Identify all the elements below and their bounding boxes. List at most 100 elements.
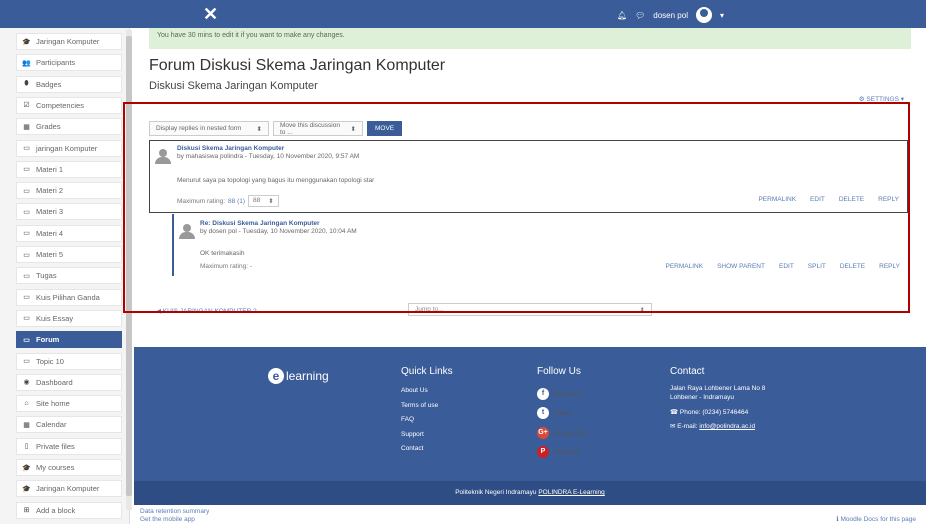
folder-icon: ▭ — [23, 230, 30, 238]
sidebar-item-label: Forum — [36, 335, 60, 345]
folder-icon: ▭ — [23, 358, 30, 365]
sidebar-item[interactable]: ☑ Competencies — [16, 96, 122, 114]
sidebar-item-label: Materi 1 — [36, 164, 64, 174]
sidebar-item[interactable]: ⬮ Badges — [16, 75, 122, 93]
info-icon: ℹ — [836, 516, 839, 523]
sidebar-item[interactable]: ▦ Calendar — [16, 416, 122, 434]
close-icon[interactable]: ✕ — [203, 4, 218, 24]
sidebar-item[interactable]: 🎓 Jaringan Komputer — [16, 480, 122, 498]
footer-link-contact[interactable]: Contact — [401, 445, 423, 452]
contact-address-line2: Lohbener - Indramayu — [670, 394, 734, 401]
social-twitter[interactable]: t Twitter — [537, 407, 572, 419]
bell-icon[interactable]: 🔔︎ — [617, 11, 627, 20]
footer-bottom-bar: Politeknik Negeri Indramayu POLINDRA E-L… — [134, 481, 926, 505]
sidebar-item-label: Dashboard — [36, 377, 73, 387]
social-google-plus[interactable]: G+ Google Plus — [537, 427, 588, 439]
sidebar-item[interactable]: 👥 Participants — [16, 54, 122, 72]
page-title: Forum Diskusi Skema Jaringan Komputer — [149, 57, 446, 74]
sidebar-item[interactable]: ▭ Materi 5 — [16, 246, 122, 263]
avatar[interactable] — [695, 7, 712, 23]
sidebar-item-label: Private files — [36, 441, 75, 451]
sidebar-item[interactable]: ⌂ Site home — [16, 395, 122, 413]
sidebar-item[interactable]: ▦ Grades — [16, 118, 122, 136]
sidebar-item-label: Jaringan Komputer — [36, 484, 100, 494]
chat-icon[interactable]: 💬︎ — [635, 11, 645, 20]
moodle-docs-link[interactable]: ℹ Moodle Docs for this page — [836, 515, 916, 523]
graduation-cap-icon: 🎓 — [22, 464, 31, 472]
sidebar-item[interactable]: ▭ Kuis Essay — [16, 309, 122, 327]
sidebar: 🎓 Jaringan Komputer 👥 Participants ⬮ Badges ☑ C… — [0, 28, 130, 524]
sidebar-item[interactable]: ▭ Forum — [16, 331, 122, 349]
footer-link-terms[interactable]: Terms of use — [401, 402, 438, 409]
folder-icon: ▭ — [23, 272, 30, 280]
page-subtitle: Diskusi Skema Jaringan Komputer — [149, 80, 318, 92]
dashboard-icon: ◉ — [23, 379, 30, 387]
mail-icon: ✉ — [670, 423, 676, 430]
sidebar-item[interactable]: ▭ Tugas — [16, 267, 122, 285]
chevron-down-icon[interactable]: ▾ — [720, 11, 724, 20]
sidebar-item[interactable]: ▭ Materi 1 — [16, 160, 122, 178]
folder-icon: ▭ — [23, 294, 30, 302]
top-navbar: ✕ 🔔︎ 💬︎ dosen pol ▾ — [0, 0, 926, 28]
calendar-icon: ▦ — [23, 421, 30, 429]
sidebar-item[interactable]: ▭ Kuis Pilihan Ganda — [16, 288, 122, 306]
sidebar-item[interactable]: 🎓 Jaringan Komputer — [16, 33, 122, 50]
users-icon: 👥 — [22, 59, 31, 67]
folder-icon: ▭ — [23, 145, 30, 152]
sidebar-item[interactable]: ▭ jaringan Komputer — [16, 139, 122, 157]
contact-heading: Contact — [670, 366, 705, 377]
footer-link-support[interactable]: Support — [401, 431, 424, 438]
social-pinterest[interactable]: P Pinterest — [537, 446, 579, 458]
sidebar-item-label: Tugas — [36, 271, 57, 281]
sidebar-item-label: My courses — [36, 463, 75, 472]
edit-notice: You have 30 mins to edit it if you want … — [149, 28, 911, 49]
sidebar-item[interactable]: ▭ Materi 2 — [16, 182, 122, 200]
logo-text: learning — [286, 369, 329, 383]
check-square-icon: ☑ — [23, 102, 30, 110]
logo-mark: e — [268, 368, 284, 384]
sidebar-item-label: Jaringan Komputer — [36, 37, 100, 46]
graduation-cap-icon: 🎓 — [22, 38, 31, 46]
elearning-logo[interactable]: e learning — [268, 368, 329, 384]
sidebar-item-label: Kuis Pilihan Ganda — [36, 292, 100, 302]
footer-link-about[interactable]: About Us — [401, 387, 428, 394]
sidebar-item-label: Competencies — [36, 100, 84, 110]
sidebar-item[interactable]: 🎓 My courses — [16, 459, 122, 476]
file-icon: ▯ — [24, 443, 29, 451]
sidebar-item[interactable]: ▭ Materi 4 — [16, 224, 122, 242]
sidebar-item[interactable]: ▭ Materi 3 — [16, 203, 122, 221]
sidebar-item-label: Grades — [36, 122, 61, 132]
sidebar-item[interactable]: ◉ Dashboard — [16, 373, 122, 391]
sidebar-item-label: Participants — [36, 58, 76, 68]
table-icon: ▦ — [23, 123, 30, 131]
highlight-box — [123, 102, 910, 313]
folder-icon: ▭ — [23, 315, 30, 323]
social-facebook[interactable]: f Facebook — [537, 388, 582, 400]
sidebar-item-label: Kuis Essay — [36, 313, 74, 323]
twitter-icon: t — [537, 407, 549, 419]
badge-icon: ⬮ — [24, 80, 29, 88]
user-name[interactable]: dosen pol — [653, 11, 688, 20]
graduation-cap-icon: 🎓 — [22, 485, 31, 493]
mobile-app-link[interactable]: Get the mobile app — [140, 516, 195, 523]
folder-icon: ▭ — [23, 208, 30, 216]
sidebar-item[interactable]: ▭ Topic 10 — [16, 352, 122, 370]
data-retention-link[interactable]: Data retention summary — [140, 508, 209, 515]
sidebar-item[interactable]: ⊞ Add a block — [16, 501, 122, 519]
sidebar-item-label: jaringan Komputer — [36, 143, 98, 153]
email-link[interactable]: info@polindra.ac.id — [699, 423, 755, 430]
contact-phone: ☎ Phone: (0234) 5746464 — [670, 409, 749, 416]
folder-icon: ▭ — [23, 166, 30, 174]
sidebar-item-label: Add a block — [36, 505, 76, 515]
sidebar-item-label: Topic 10 — [36, 356, 64, 366]
sidebar-item-label: Materi 3 — [36, 207, 64, 217]
quick-links-heading: Quick Links — [401, 366, 453, 377]
folder-icon: ▭ — [23, 187, 30, 195]
footer-link-faq[interactable]: FAQ — [401, 416, 414, 423]
follow-us-heading: Follow Us — [537, 366, 581, 377]
sidebar-item[interactable]: ▯ Private files — [16, 437, 122, 455]
polindra-elearning-link[interactable]: POLINDRA E-Learning — [538, 489, 604, 496]
user-menu-area: 🔔︎ 💬︎ dosen pol ▾ — [617, 7, 724, 23]
plus-square-icon: ⊞ — [23, 507, 30, 515]
folder-icon: ▭ — [23, 251, 30, 259]
